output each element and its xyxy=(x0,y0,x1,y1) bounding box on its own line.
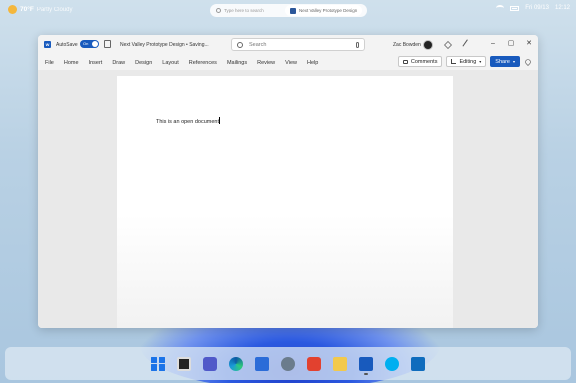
word-window: W AutoSave On Next Valley Prototype Desi… xyxy=(38,35,538,328)
maximize-button[interactable]: ▢ xyxy=(504,38,518,50)
top-system-bar: 70°F Partly Cloudy Type here to search N… xyxy=(0,0,576,20)
search-icon xyxy=(216,8,221,13)
document-canvas: This is an open document xyxy=(38,70,538,328)
menu-bar: File Home Insert Draw Design Layout Refe… xyxy=(38,55,538,70)
search-icon xyxy=(237,41,243,48)
edge-icon[interactable] xyxy=(229,356,243,371)
tv-icon[interactable] xyxy=(177,356,191,371)
menu-review[interactable]: Review xyxy=(252,60,280,66)
word-logo-icon: W xyxy=(44,41,51,48)
save-icon[interactable] xyxy=(104,40,111,48)
store-icon[interactable] xyxy=(255,356,269,371)
premium-diamond-icon[interactable] xyxy=(444,41,452,49)
comments-label: Comments xyxy=(410,58,438,65)
menu-draw[interactable]: Draw xyxy=(107,60,130,66)
top-search-bar[interactable]: Type here to search Next Valley Prototyp… xyxy=(210,4,367,17)
menu-view[interactable]: View xyxy=(280,60,302,66)
weather-temperature: 70°F xyxy=(20,6,34,13)
close-button[interactable]: ✕ xyxy=(522,38,536,50)
file-explorer-icon[interactable] xyxy=(333,356,347,371)
settings-icon[interactable] xyxy=(281,356,295,371)
teams-icon[interactable] xyxy=(203,356,217,371)
menu-mailings[interactable]: Mailings xyxy=(222,60,252,66)
chevron-down-icon: ▾ xyxy=(479,59,482,64)
microphone-icon[interactable] xyxy=(356,42,359,48)
wifi-icon[interactable] xyxy=(496,5,505,11)
autosave-toggle[interactable]: On xyxy=(80,40,99,48)
word-doc-icon xyxy=(290,7,296,14)
battery-icon[interactable] xyxy=(510,5,520,11)
menu-design[interactable]: Design xyxy=(130,60,157,66)
autosave-label: AutoSave xyxy=(56,42,78,48)
share-button[interactable]: Share ▾ xyxy=(490,56,520,67)
document-body-text[interactable]: This is an open document xyxy=(156,119,219,125)
skype-icon[interactable] xyxy=(385,356,399,371)
menu-home[interactable]: Home xyxy=(59,60,84,66)
weather-condition: Partly Cloudy xyxy=(36,6,73,13)
user-name[interactable]: Zac Bowden xyxy=(393,42,421,48)
mail-icon[interactable] xyxy=(411,356,425,371)
system-tray: Fri 09/13 12:12 xyxy=(496,5,570,11)
word-icon[interactable] xyxy=(359,356,373,375)
time-label[interactable]: 12:12 xyxy=(555,5,570,11)
search-input[interactable]: Search xyxy=(231,38,365,51)
text-cursor xyxy=(219,117,221,124)
top-search-doc-title: Next Valley Prototype Design xyxy=(299,8,358,13)
share-label: Share xyxy=(495,58,510,65)
search-placeholder: Search xyxy=(249,41,267,48)
pin-icon[interactable] xyxy=(524,57,532,66)
top-search-open-doc[interactable]: Next Valley Prototype Design xyxy=(285,5,363,16)
weather-widget[interactable]: 70°F Partly Cloudy xyxy=(8,5,73,14)
weather-sun-icon xyxy=(8,5,17,14)
date-label[interactable]: Fri 09/13 xyxy=(525,5,549,11)
menu-help[interactable]: Help xyxy=(302,60,323,66)
office-icon[interactable] xyxy=(307,356,321,371)
editing-mode-button[interactable]: Editing ▾ xyxy=(446,56,487,67)
pen-icon[interactable] xyxy=(462,39,474,51)
document-page[interactable]: This is an open document xyxy=(117,76,453,328)
taskbar xyxy=(5,347,571,380)
editing-label: Editing xyxy=(459,58,477,65)
avatar[interactable] xyxy=(423,40,433,50)
top-search-placeholder: Type here to search xyxy=(224,8,264,13)
title-bar: W AutoSave On Next Valley Prototype Desi… xyxy=(38,35,538,55)
chevron-down-icon: ▾ xyxy=(512,59,515,64)
comment-icon xyxy=(402,59,408,64)
comments-button[interactable]: Comments xyxy=(397,56,443,67)
menu-insert[interactable]: Insert xyxy=(84,60,108,66)
document-title[interactable]: Next Valley Prototype Design • Saving... xyxy=(120,42,209,48)
start-icon[interactable] xyxy=(151,356,165,371)
minimize-button[interactable]: – xyxy=(486,38,500,50)
menu-layout[interactable]: Layout xyxy=(157,60,184,66)
menu-file[interactable]: File xyxy=(38,60,59,66)
edit-icon xyxy=(451,59,457,64)
menu-references[interactable]: References xyxy=(184,60,222,66)
